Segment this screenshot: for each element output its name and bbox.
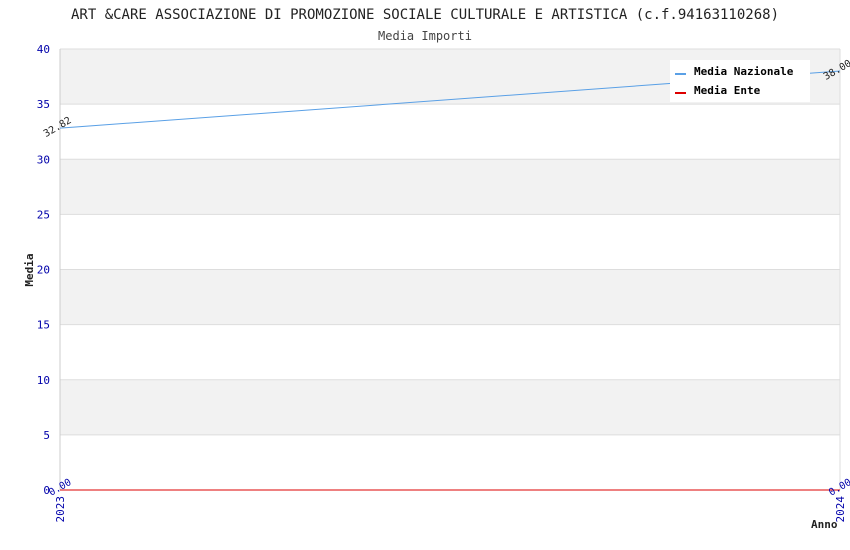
line-chart: 0510152025303540 2023 2024 0.00 0.0032.823…: [23, 7, 850, 531]
plot-band: [60, 324, 840, 380]
y-tick-label: 15: [37, 319, 50, 332]
legend-label-media-nazionale: Media Nazionale: [694, 65, 794, 78]
y-tick-label: 20: [37, 264, 50, 277]
y-tick-label: 30: [37, 153, 50, 166]
y-tick-label: 10: [37, 374, 50, 387]
x-axis-label: Anno: [811, 518, 838, 531]
plot-band: [60, 104, 840, 160]
plot-band: [60, 214, 840, 270]
plot-band: [60, 159, 840, 215]
y-tick-label: 35: [37, 98, 50, 111]
legend: Media Nazionale Media Ente: [670, 60, 810, 102]
chart-title: ART &CARE ASSOCIAZIONE DI PROMOZIONE SOC…: [71, 7, 779, 23]
y-tick-labels: 0510152025303540: [37, 43, 50, 497]
plot-band: [60, 434, 840, 490]
y-axis-label: Media: [23, 253, 36, 286]
plot-band: [60, 269, 840, 325]
chart-subtitle: Media Importi: [378, 29, 472, 43]
y-tick-label: 25: [37, 208, 50, 221]
y-tick-label: 5: [43, 429, 50, 442]
x-tick-labels: 2023 2024: [54, 496, 847, 523]
plot-band: [60, 379, 840, 435]
y-tick-label: 40: [37, 43, 50, 56]
x-tick-label-2023: 2023: [54, 496, 67, 523]
legend-label-media-ente: Media Ente: [694, 84, 761, 97]
